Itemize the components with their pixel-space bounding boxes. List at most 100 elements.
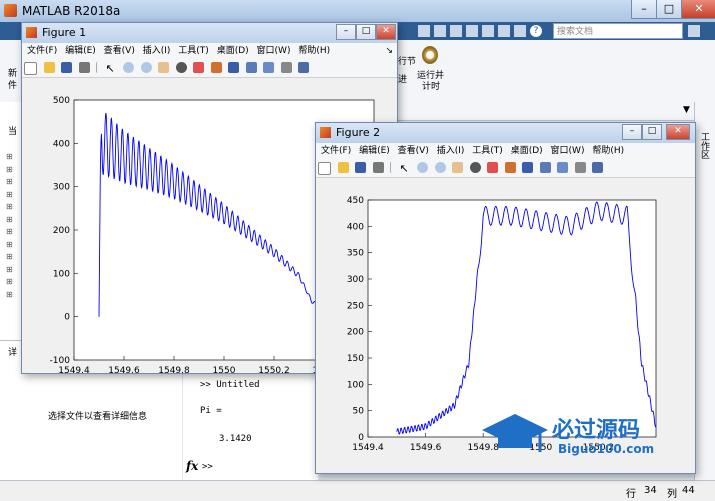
switch-windows-icon[interactable] xyxy=(514,25,526,37)
print-icon[interactable] xyxy=(372,162,384,173)
menu-file[interactable]: 文件(F) xyxy=(27,43,57,59)
figure-2-close-button[interactable]: ✕ xyxy=(666,124,690,140)
data-cursor-icon[interactable] xyxy=(487,162,498,173)
tree-expand-icon[interactable]: ⊞ xyxy=(6,190,13,199)
save-figure-icon[interactable] xyxy=(355,162,366,173)
tree-expand-icon[interactable]: ⊞ xyxy=(6,252,13,261)
run-and-time-icon[interactable] xyxy=(422,46,438,64)
help-icon[interactable]: ? xyxy=(530,25,542,37)
menu-tools[interactable]: 工具(T) xyxy=(472,143,503,159)
paste-icon[interactable] xyxy=(466,25,478,37)
copy-icon[interactable] xyxy=(450,25,462,37)
maximize-button[interactable]: □ xyxy=(656,0,682,19)
workspace-label[interactable]: 工作区 xyxy=(699,132,711,159)
show-plot-tools-icon[interactable] xyxy=(592,162,603,173)
hide-plot-tools-icon[interactable] xyxy=(574,162,586,173)
zoom-out-icon[interactable] xyxy=(140,62,152,73)
hide-plot-tools-icon[interactable] xyxy=(280,62,292,73)
undo-icon[interactable] xyxy=(482,25,494,37)
figure-icon xyxy=(26,27,37,38)
minimize-button[interactable]: – xyxy=(631,0,657,19)
command-window[interactable]: >> Untitled Pi = 3.1420 fx >> xyxy=(183,370,318,480)
tree-expand-icon[interactable]: ⊞ xyxy=(6,177,13,186)
menu-view[interactable]: 查看(V) xyxy=(398,143,429,159)
menu-edit[interactable]: 编辑(E) xyxy=(65,43,96,59)
tree-expand-icon[interactable]: ⊞ xyxy=(6,290,13,299)
brush-icon[interactable] xyxy=(210,62,222,73)
details-tab[interactable]: 详 xyxy=(8,345,17,358)
menu-edit[interactable]: 编辑(E) xyxy=(359,143,390,159)
menu-insert[interactable]: 插入(I) xyxy=(437,143,465,159)
search-input[interactable]: 搜索文档 xyxy=(553,23,683,39)
tree-expand-icon[interactable]: ⊞ xyxy=(6,152,13,161)
legend-icon[interactable] xyxy=(263,62,274,73)
redo-icon[interactable] xyxy=(498,25,510,37)
menu-dock-icon[interactable]: ↘ xyxy=(385,43,393,59)
tree-expand-icon[interactable]: ⊞ xyxy=(6,202,13,211)
graduation-cap-icon xyxy=(482,414,548,452)
figure-1-minimize-button[interactable]: – xyxy=(336,24,356,40)
tree-expand-icon[interactable]: ⊞ xyxy=(6,277,13,286)
search-icon[interactable]: ⌕ xyxy=(670,25,676,36)
zoom-in-icon[interactable] xyxy=(417,162,428,173)
menu-insert[interactable]: 插入(I) xyxy=(143,43,171,59)
y-tick-label: 150 xyxy=(347,354,364,364)
details-text: 选择文件以查看详细信息 xyxy=(48,412,148,422)
tree-expand-icon[interactable]: ⊞ xyxy=(6,215,13,224)
section-label[interactable]: 行节 xyxy=(398,54,416,67)
pan-icon[interactable] xyxy=(158,62,169,73)
menu-view[interactable]: 查看(V) xyxy=(104,43,135,59)
y-tick-label: -100 xyxy=(50,356,71,366)
zoom-out-icon[interactable] xyxy=(434,162,446,173)
pointer-icon[interactable]: ↖ xyxy=(106,62,117,75)
command-line-2: Pi = xyxy=(200,406,222,416)
pan-icon[interactable] xyxy=(452,162,463,173)
tree-expand-icon[interactable]: ⊞ xyxy=(6,265,13,274)
figure-1-titlebar[interactable]: Figure 1 – □ ✕ xyxy=(22,23,397,43)
open-file-icon[interactable] xyxy=(337,162,349,173)
save-icon[interactable] xyxy=(418,25,430,37)
print-icon[interactable] xyxy=(78,62,90,73)
pointer-icon[interactable]: ↖ xyxy=(400,162,411,175)
menu-help[interactable]: 帮助(H) xyxy=(298,43,330,59)
command-prompt[interactable]: >> xyxy=(202,462,213,472)
figure-2-maximize-button[interactable]: □ xyxy=(642,124,662,140)
new-figure-icon[interactable] xyxy=(24,62,37,75)
show-plot-tools-icon[interactable] xyxy=(298,62,309,73)
col-value: 44 xyxy=(682,485,695,496)
link-plot-icon[interactable] xyxy=(522,162,533,173)
menu-tools[interactable]: 工具(T) xyxy=(178,43,209,59)
notification-icon[interactable] xyxy=(688,25,700,37)
cut-icon[interactable] xyxy=(434,25,446,37)
open-file-icon[interactable] xyxy=(43,62,55,73)
brush-icon[interactable] xyxy=(504,162,516,173)
menu-window[interactable]: 窗口(W) xyxy=(257,43,291,59)
y-tick-label: 300 xyxy=(53,183,70,193)
address-dropdown-icon[interactable]: ▼ xyxy=(683,105,690,115)
tree-expand-icon[interactable]: ⊞ xyxy=(6,165,13,174)
colorbar-icon[interactable] xyxy=(245,62,257,73)
tree-expand-icon[interactable]: ⊞ xyxy=(6,227,13,236)
figure-2-minimize-button[interactable]: – xyxy=(622,124,642,140)
rotate-icon[interactable] xyxy=(469,162,481,173)
new-script-label-2: 件 xyxy=(8,81,18,91)
function-browser-icon[interactable]: fx xyxy=(186,459,198,473)
legend-icon[interactable] xyxy=(557,162,568,173)
figure-1-maximize-button[interactable]: □ xyxy=(356,24,376,40)
colorbar-icon[interactable] xyxy=(539,162,551,173)
menu-desktop[interactable]: 桌面(D) xyxy=(217,43,249,59)
close-button[interactable]: ✕ xyxy=(681,0,715,19)
rotate-icon[interactable] xyxy=(175,62,187,73)
data-cursor-icon[interactable] xyxy=(193,62,204,73)
tree-expand-icon[interactable]: ⊞ xyxy=(6,240,13,249)
new-figure-icon[interactable] xyxy=(318,162,331,175)
menu-window[interactable]: 窗口(W) xyxy=(551,143,585,159)
menu-desktop[interactable]: 桌面(D) xyxy=(511,143,543,159)
menu-help[interactable]: 帮助(H) xyxy=(592,143,624,159)
figure-2-titlebar[interactable]: Figure 2 – □ ✕ xyxy=(316,123,695,143)
save-figure-icon[interactable] xyxy=(61,62,72,73)
zoom-in-icon[interactable] xyxy=(123,62,134,73)
link-plot-icon[interactable] xyxy=(228,62,239,73)
figure-1-close-button[interactable]: ✕ xyxy=(376,24,396,40)
menu-file[interactable]: 文件(F) xyxy=(321,143,351,159)
